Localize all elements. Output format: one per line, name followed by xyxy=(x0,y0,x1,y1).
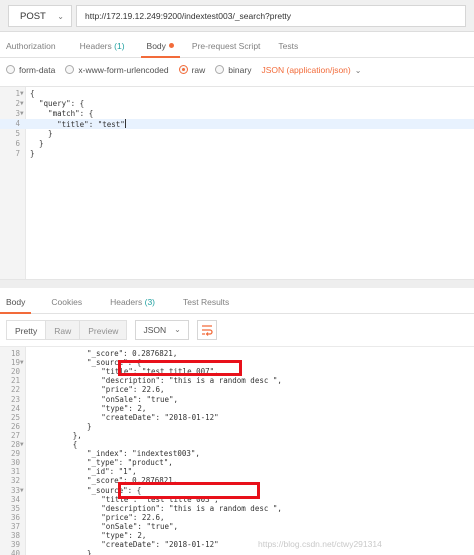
fold-arrow-icon: ▼ xyxy=(20,100,24,107)
pane-resize-handle[interactable] xyxy=(0,280,474,288)
chevron-down-icon: ⌄ xyxy=(174,325,181,334)
modified-dot-icon xyxy=(168,42,174,48)
request-body-editor[interactable]: 1 ▼{ 2 ▼ "query": { 3 ▼ "match": { 4 "title… xyxy=(0,86,474,280)
body-options: form-data x-www-form-urlencoded raw bina… xyxy=(0,58,474,82)
tab-test-results[interactable]: Test Results xyxy=(177,290,235,314)
url-input[interactable]: http://172.19.12.249:9200/indextest003/_… xyxy=(76,5,466,27)
text-cursor xyxy=(124,119,126,128)
wrap-lines-button[interactable] xyxy=(196,320,217,340)
tab-pre-request-script[interactable]: Pre-request Script xyxy=(186,34,267,58)
response-tabs: Body Cookies Headers (3) Test Results xyxy=(0,290,474,314)
request-tabs: Authorization Headers (1) Body Pre-reque… xyxy=(0,34,474,58)
option-x-www-form-urlencoded[interactable]: x-www-form-urlencoded xyxy=(65,65,169,75)
url-bar: POST ⌄ http://172.19.12.249:9200/indexte… xyxy=(0,0,474,32)
headers-count: (1) xyxy=(114,40,125,51)
radio-icon xyxy=(215,65,225,74)
pretty-button[interactable]: Pretty xyxy=(6,320,47,340)
radio-icon xyxy=(6,65,15,74)
tab-headers[interactable]: Headers (1) xyxy=(74,34,131,58)
chevron-down-icon: ⌄ xyxy=(57,11,64,21)
response-toolbar: Pretty Raw Preview JSON ⌄ xyxy=(0,318,474,342)
fold-arrow-icon: ▼ xyxy=(20,90,24,97)
option-raw[interactable]: raw xyxy=(178,65,205,75)
tab-body[interactable]: Body xyxy=(140,34,180,58)
tab-response-headers[interactable]: Headers (3) xyxy=(104,290,161,314)
radio-icon xyxy=(65,65,75,74)
option-binary[interactable]: binary xyxy=(215,65,251,75)
tab-cookies[interactable]: Cookies xyxy=(45,290,88,314)
radio-selected-icon xyxy=(178,65,188,74)
response-body-viewer[interactable]: 18 "_score": 0.2876821, 19 ▼ "_source": {20 "… xyxy=(0,346,474,555)
tab-authorization[interactable]: Authorization xyxy=(0,34,62,58)
tab-response-body[interactable]: Body xyxy=(0,290,32,314)
method-label: POST xyxy=(20,10,46,22)
wrap-lines-icon xyxy=(201,325,213,336)
fold-arrow-icon: ▼ xyxy=(20,486,24,494)
fold-arrow-icon: ▼ xyxy=(20,110,24,117)
highlight-box xyxy=(118,482,260,499)
tab-tests[interactable]: Tests xyxy=(272,34,304,58)
format-select[interactable]: JSON ⌄ xyxy=(135,320,189,340)
editor-line-active: 4 "title": "test" xyxy=(0,119,474,129)
response-headers-count: (3) xyxy=(144,296,155,307)
highlight-box xyxy=(118,360,242,376)
method-select[interactable]: POST ⌄ xyxy=(8,5,72,27)
fold-arrow-icon: ▼ xyxy=(20,359,24,367)
content-type-select[interactable]: JSON (application/json) ⌄ xyxy=(261,65,361,75)
watermark: https://blog.csdn.net/ctwy291314 xyxy=(258,539,382,549)
option-form-data[interactable]: form-data xyxy=(6,65,55,75)
raw-button[interactable]: Raw xyxy=(46,320,81,340)
fold-arrow-icon: ▼ xyxy=(20,441,24,448)
view-mode-group: Pretty Raw Preview xyxy=(6,320,128,340)
preview-button[interactable]: Preview xyxy=(80,320,128,340)
chevron-down-icon: ⌄ xyxy=(354,66,362,75)
